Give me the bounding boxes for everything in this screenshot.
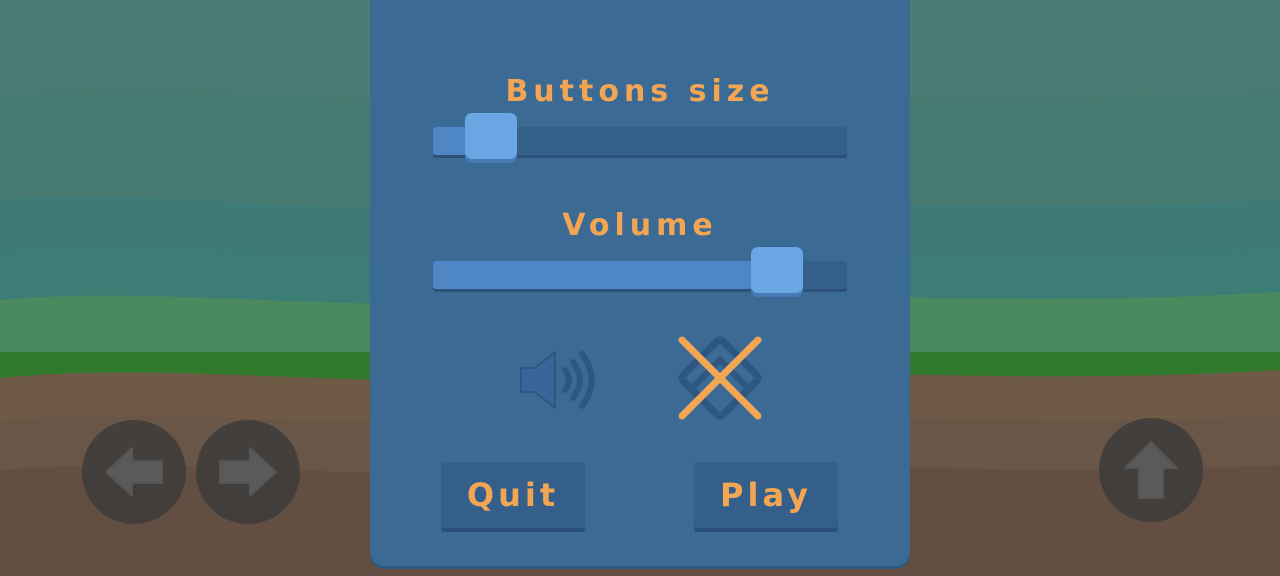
music-muted-icon — [678, 336, 762, 420]
volume-slider[interactable] — [433, 247, 847, 293]
settings-panel: Buttons size Volume Quit Play — [370, 0, 910, 566]
slider-knob[interactable] — [465, 113, 517, 159]
speaker-icon — [520, 351, 595, 409]
slider-fill — [433, 261, 777, 289]
sound-toggle-button[interactable] — [510, 343, 610, 419]
buttons-size-label: Buttons size — [505, 74, 775, 109]
arrow-left-icon — [105, 447, 163, 497]
arrow-right-icon — [219, 447, 277, 497]
quit-button[interactable]: Quit — [441, 462, 585, 528]
arrow-up-icon — [1124, 441, 1178, 499]
music-toggle-button[interactable] — [670, 336, 770, 420]
move-left-button[interactable] — [82, 420, 186, 524]
move-right-button[interactable] — [196, 420, 300, 524]
volume-label: Volume — [562, 208, 718, 243]
buttons-size-slider[interactable] — [433, 113, 847, 159]
play-button[interactable]: Play — [694, 462, 838, 528]
jump-button[interactable] — [1099, 418, 1203, 522]
slider-knob[interactable] — [751, 247, 803, 293]
